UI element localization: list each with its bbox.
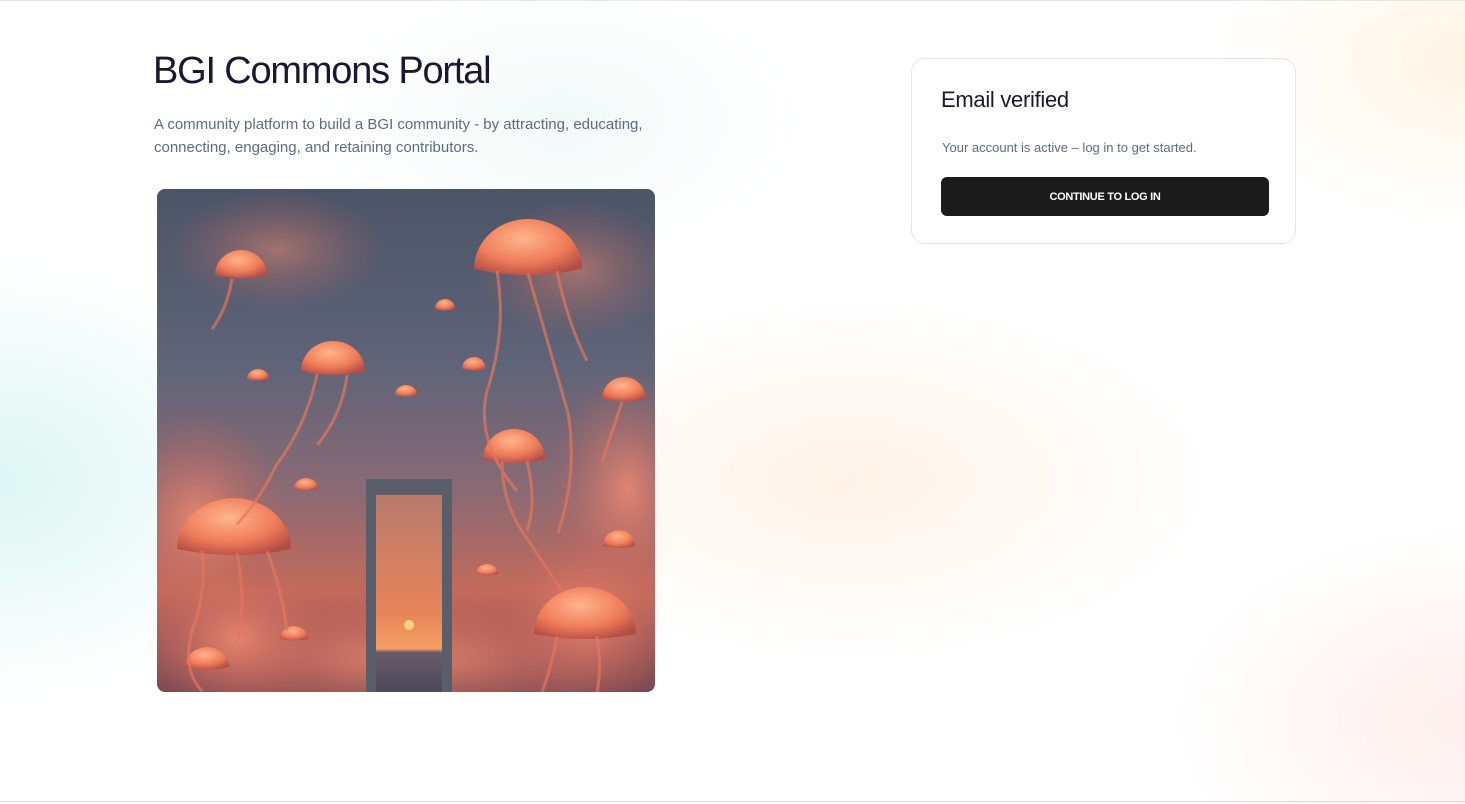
hero-image (157, 189, 655, 692)
bottom-divider (0, 801, 1465, 802)
email-verified-card: Email verified Your account is active – … (911, 58, 1296, 244)
top-divider (0, 0, 1465, 1)
page-subtitle: A community platform to build a BGI comm… (154, 116, 643, 156)
card-message: Your account is active – log in to get s… (942, 140, 1197, 155)
continue-to-login-button[interactable]: CONTINUE TO LOG IN (941, 177, 1269, 216)
card-title: Email verified (941, 87, 1069, 112)
page-title: BGI Commons Portal (153, 50, 492, 92)
